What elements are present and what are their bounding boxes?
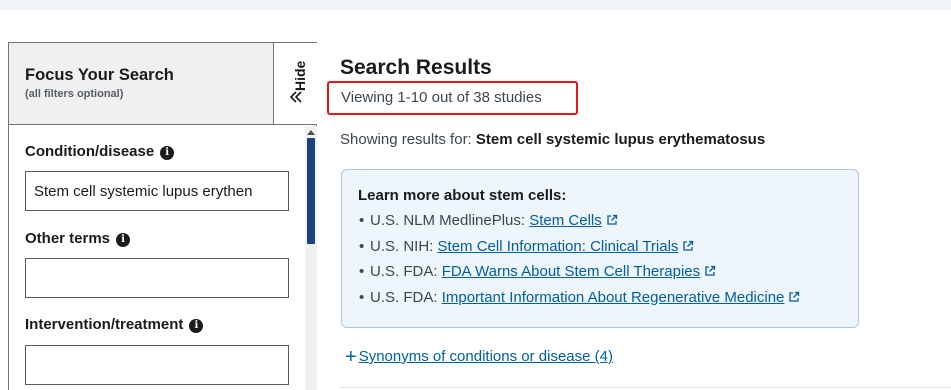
bullet: • xyxy=(359,263,365,280)
external-link-icon[interactable] xyxy=(788,291,800,303)
learn-more-box: Learn more about stem cells: • U.S. NLM … xyxy=(341,169,859,328)
plus-icon: + xyxy=(345,346,357,368)
list-item: • U.S. FDA: FDA Warns About Stem Cell Th… xyxy=(359,263,800,289)
results-count: Viewing 1-10 out of 38 studies xyxy=(341,89,542,106)
info-icon[interactable]: i xyxy=(189,319,204,333)
external-link-icon[interactable] xyxy=(704,265,716,277)
learn-more-title: Learn more about stem cells: xyxy=(358,187,567,204)
info-icon[interactable]: i xyxy=(160,146,175,160)
filter-panel-title: Focus Your Search xyxy=(25,66,174,84)
source-label: U.S. FDA: xyxy=(370,288,438,306)
condition-disease-label: Condition/disease i xyxy=(25,143,175,160)
other-terms-input[interactable] xyxy=(25,258,289,298)
bullet: • xyxy=(359,288,365,306)
search-results-heading: Search Results xyxy=(340,56,492,79)
regenerative-medicine-link[interactable]: Important Information About Regenerative… xyxy=(442,289,785,306)
intervention-treatment-input[interactable] xyxy=(25,345,289,385)
bullet: • xyxy=(359,237,365,255)
showing-prefix: Showing results for: xyxy=(340,131,472,148)
list-item: • U.S. FDA: Important Information About … xyxy=(359,288,800,315)
condition-disease-input[interactable] xyxy=(25,171,289,211)
divider xyxy=(340,387,951,388)
list-item: • U.S. NLM MedlinePlus: Stem Cells xyxy=(359,212,800,238)
source-label: U.S. FDA: xyxy=(370,263,438,280)
double-chevron-left-icon xyxy=(289,91,302,103)
fda-warns-link[interactable]: FDA Warns About Stem Cell Therapies xyxy=(442,263,700,280)
filter-panel-scrollbar[interactable] xyxy=(305,126,317,390)
external-link-icon[interactable] xyxy=(682,240,694,252)
scroll-up-arrow-icon[interactable] xyxy=(307,130,315,135)
intervention-treatment-label: Intervention/treatment i xyxy=(25,316,204,333)
stem-cell-information-link[interactable]: Stem Cell Information: Clinical Trials xyxy=(438,238,679,255)
info-icon[interactable]: i xyxy=(116,233,131,247)
hide-filters-button[interactable]: Hide xyxy=(273,43,317,125)
other-terms-label: Other terms i xyxy=(25,230,131,247)
bullet: • xyxy=(359,212,365,229)
hide-label: Hide xyxy=(292,60,308,91)
showing-query: Stem cell systemic lupus erythematosus xyxy=(475,131,766,148)
source-label: U.S. NLM MedlinePlus: xyxy=(370,212,526,229)
filter-panel: Focus Your Search (all filters optional)… xyxy=(8,42,317,390)
filter-panel-subtitle: (all filters optional) xyxy=(25,88,124,100)
scrollbar-thumb[interactable] xyxy=(307,138,315,244)
list-item: • U.S. NIH: Stem Cell Information: Clini… xyxy=(359,237,800,264)
learn-more-list: • U.S. NLM MedlinePlus: Stem Cells • U.S… xyxy=(359,212,800,315)
synonyms-label: Synonyms of conditions or disease (4) xyxy=(358,348,613,365)
synonyms-toggle[interactable]: + Synonyms of conditions or disease (4) xyxy=(345,346,613,369)
external-link-icon[interactable] xyxy=(606,214,618,226)
showing-results-for: Showing results for: Stem cell systemic … xyxy=(340,131,765,148)
source-label: U.S. NIH: xyxy=(370,237,434,255)
top-banner xyxy=(0,0,951,10)
filter-panel-header: Focus Your Search (all filters optional) xyxy=(9,43,273,125)
stem-cells-link[interactable]: Stem Cells xyxy=(529,212,602,229)
